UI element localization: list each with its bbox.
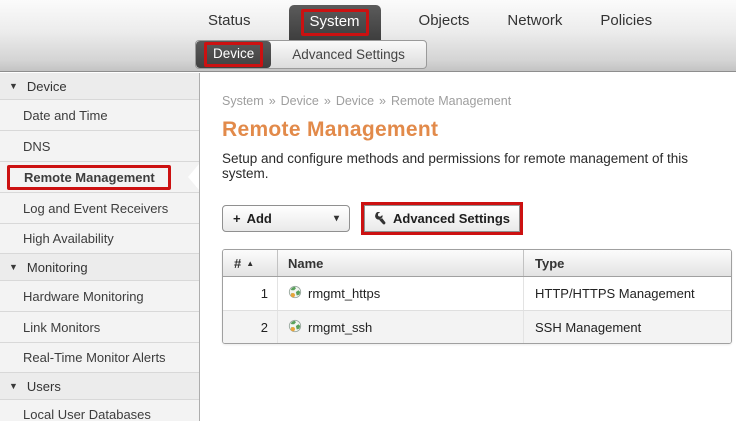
- column-header-name[interactable]: Name: [278, 250, 524, 276]
- toolbar: + Add ▾ Advanced Settings: [222, 202, 736, 235]
- collapse-triangle-icon: ▼: [9, 382, 18, 391]
- row-number: 2: [223, 311, 278, 343]
- sidebar-header-label: Users: [27, 379, 61, 394]
- sidebar-section-monitoring: ▼ Monitoring Hardware Monitoring Link Mo…: [0, 254, 199, 373]
- collapse-triangle-icon: ▼: [9, 82, 18, 91]
- chevron-down-icon: ▾: [334, 213, 339, 224]
- sidebar-item-dns[interactable]: DNS: [0, 130, 199, 161]
- breadcrumb-segment[interactable]: System: [222, 94, 264, 108]
- nav-tab-network[interactable]: Network: [507, 12, 562, 29]
- sub-tab-bar: Device Advanced Settings: [195, 40, 427, 69]
- sidebar-header-label: Monitoring: [27, 260, 88, 275]
- sidebar-item-real-time-monitor-alerts[interactable]: Real-Time Monitor Alerts: [0, 342, 199, 373]
- sidebar: ▼ Device Date and Time DNS Remote Manage…: [0, 73, 200, 421]
- subtab-advanced-settings[interactable]: Advanced Settings: [271, 41, 426, 68]
- annotation-box-remote-management: Remote Management: [7, 165, 171, 190]
- add-button[interactable]: + Add ▾: [222, 205, 350, 232]
- advanced-settings-button[interactable]: Advanced Settings: [364, 205, 520, 232]
- sidebar-header-device[interactable]: ▼ Device: [0, 73, 199, 99]
- breadcrumb-separator: »: [269, 94, 276, 108]
- top-nav-bar: Status System Objects Network Policies D…: [0, 0, 736, 72]
- page-body: ▼ Device Date and Time DNS Remote Manage…: [0, 73, 736, 421]
- sidebar-section-device: ▼ Device Date and Time DNS Remote Manage…: [0, 73, 199, 254]
- sidebar-header-monitoring[interactable]: ▼ Monitoring: [0, 254, 199, 280]
- subtab-device[interactable]: Device: [196, 41, 271, 68]
- breadcrumb-segment[interactable]: Remote Management: [391, 94, 511, 108]
- breadcrumb-separator: »: [324, 94, 331, 108]
- row-type: SSH Management: [524, 311, 731, 343]
- page-title: Remote Management: [222, 118, 736, 142]
- globe-service-icon: [288, 285, 302, 302]
- remote-management-page: Status System Objects Network Policies D…: [0, 0, 736, 421]
- breadcrumb-segment[interactable]: Device: [281, 94, 319, 108]
- page-description: Setup and configure methods and permissi…: [222, 151, 736, 181]
- sidebar-item-local-user-databases[interactable]: Local User Databases: [0, 399, 199, 421]
- row-name: rmgmt_ssh: [308, 320, 372, 335]
- plus-icon: +: [233, 211, 241, 226]
- sidebar-header-users[interactable]: ▼ Users: [0, 373, 199, 399]
- wrench-icon: [374, 212, 387, 225]
- add-button-label: + Add: [233, 211, 272, 226]
- table-row[interactable]: 1 rmgmt_https H: [223, 277, 731, 310]
- remote-management-table: # ▲ Name Type 1: [222, 249, 732, 344]
- sort-ascending-icon: ▲: [246, 259, 254, 268]
- annotation-box-device: Device: [204, 42, 263, 66]
- row-name-cell: rmgmt_https: [278, 277, 524, 310]
- annotation-box-system: System: [301, 9, 369, 35]
- advanced-settings-label: Advanced Settings: [393, 211, 510, 226]
- column-header-type[interactable]: Type: [524, 250, 731, 276]
- annotation-box-advanced-settings: Advanced Settings: [361, 202, 523, 235]
- collapse-triangle-icon: ▼: [9, 263, 18, 272]
- table-header-row: # ▲ Name Type: [223, 250, 731, 277]
- sidebar-item-log-and-event-receivers[interactable]: Log and Event Receivers: [0, 192, 199, 223]
- sidebar-item-link-monitors[interactable]: Link Monitors: [0, 311, 199, 342]
- breadcrumb: System » Device » Device » Remote Management: [222, 94, 736, 108]
- sidebar-item-remote-management[interactable]: Remote Management: [0, 161, 199, 192]
- row-name: rmgmt_https: [308, 286, 380, 301]
- row-number: 1: [223, 277, 278, 310]
- sidebar-item-hardware-monitoring[interactable]: Hardware Monitoring: [0, 280, 199, 311]
- nav-tab-status[interactable]: Status: [208, 12, 251, 29]
- sidebar-item-date-and-time[interactable]: Date and Time: [0, 99, 199, 130]
- row-name-cell: rmgmt_ssh: [278, 311, 524, 343]
- nav-tab-policies[interactable]: Policies: [600, 12, 652, 29]
- breadcrumb-segment[interactable]: Device: [336, 94, 374, 108]
- main-nav: Status System Objects Network Policies: [208, 0, 652, 40]
- breadcrumb-separator: »: [379, 94, 386, 108]
- row-type: HTTP/HTTPS Management: [524, 277, 731, 310]
- table-row[interactable]: 2 rmgmt_ssh SSH: [223, 310, 731, 343]
- sidebar-section-users: ▼ Users Local User Databases: [0, 373, 199, 421]
- globe-service-icon: [288, 319, 302, 336]
- sidebar-item-high-availability[interactable]: High Availability: [0, 223, 199, 254]
- nav-tab-objects[interactable]: Objects: [419, 12, 470, 29]
- column-header-number[interactable]: # ▲: [223, 250, 278, 276]
- nav-tab-system[interactable]: System: [289, 5, 381, 40]
- main-content: System » Device » Device » Remote Management R…: [200, 73, 736, 421]
- sidebar-header-label: Device: [27, 79, 67, 94]
